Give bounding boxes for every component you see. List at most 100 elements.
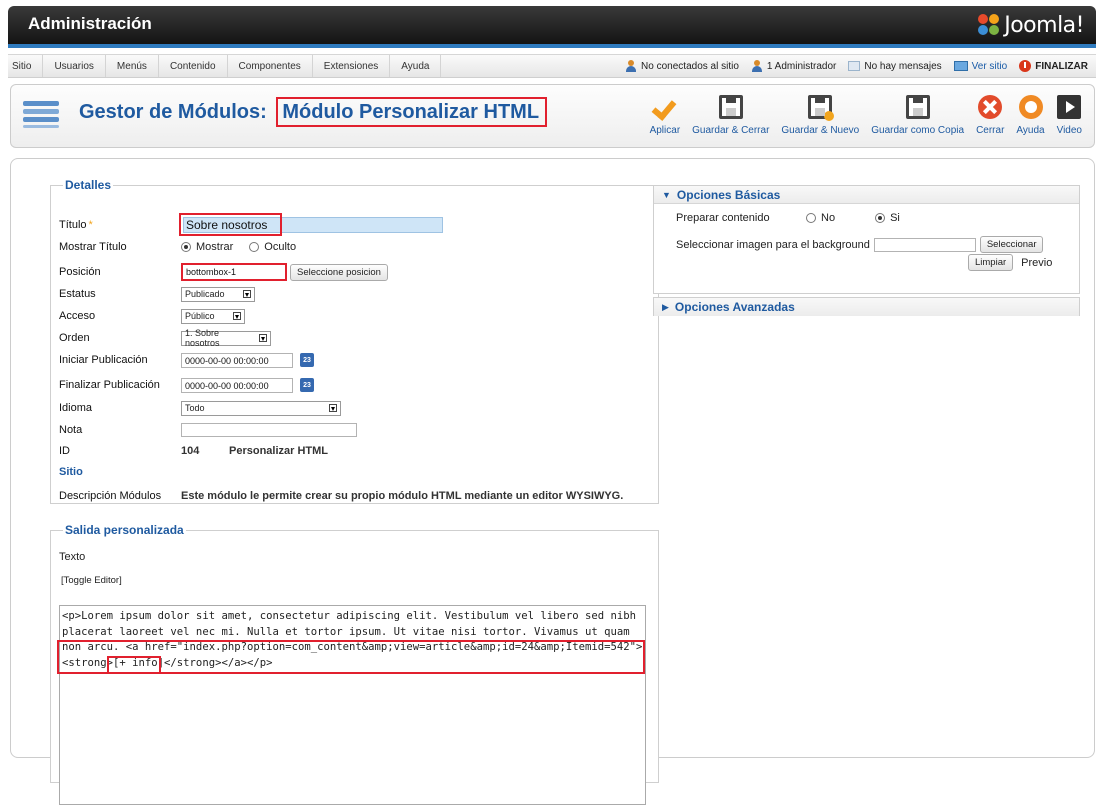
editor-line: <p>Lorem ipsum dolor sit amet, consectet… [62,610,637,622]
main-menu-bar: Sitio Usuarios Menús Contenido Component… [8,54,1096,78]
custom-output-legend: Salida personalizada [65,523,184,537]
title-row: Título * Sobre nosotros [59,212,443,236]
select-position-button[interactable]: Seleccione posicion [290,263,388,281]
title-input[interactable]: Sobre nosotros [186,218,267,232]
id-value: 104 [181,445,200,457]
close-label: Cerrar [976,125,1005,136]
admin-title: Administración [28,14,152,33]
note-label: Nota [59,424,83,436]
calendar-icon[interactable]: 23 [300,353,314,367]
joomla-logo[interactable]: Joomla! [978,12,1084,38]
help-button[interactable]: Ayuda [1010,91,1050,136]
preview-label: Previo [1021,256,1053,269]
status-messages[interactable]: No hay mensajes [848,60,942,72]
end-row: Finalizar Publicación 0000-00-00 00:00:0… [59,376,314,394]
page-title-main: Gestor de Módulos: [79,101,267,123]
help-icon [1018,95,1043,119]
select-image-button[interactable]: Seleccionar [979,236,1044,253]
toggle-editor-link[interactable]: [Toggle Editor] [61,575,122,586]
save-new-button[interactable]: Guardar & Nuevo [775,91,865,136]
background-input[interactable] [873,237,976,252]
menu-ayuda[interactable]: Ayuda [390,55,442,77]
status-select[interactable]: Publicado [181,286,255,302]
prepare-content-row: Preparar contenido No Si [676,212,916,224]
basic-options-header[interactable]: ▼ Opciones Básicas [654,186,1079,204]
details-legend: Detalles [65,178,112,192]
clear-image-button[interactable]: Limpiar [968,254,1014,271]
menu-sitio[interactable]: Sitio [8,55,44,77]
save-copy-icon [905,95,930,119]
not-connected-text: No conectados al sitio [641,60,739,72]
site-row: Sitio [59,463,181,481]
order-select[interactable]: 1. Sobre nosotros [181,328,271,348]
menu-extensiones[interactable]: Extensiones [313,55,391,77]
note-input[interactable] [181,423,357,437]
prepare-no-radio[interactable]: No [806,212,835,224]
header-accent-line [8,44,1096,48]
position-input[interactable]: bottombox-1 [181,263,287,281]
clear-preview-row: Limpiar Previo [968,254,1052,271]
users-icon [625,60,637,72]
custom-output-panel: Salida personalizada Texto [Toggle Edito… [50,523,659,805]
video-label: Video [1056,125,1082,136]
power-icon [1019,60,1032,72]
prepare-yes-radio[interactable]: Si [875,212,900,224]
menu-usuarios[interactable]: Usuarios [43,55,106,77]
advanced-options-header[interactable]: ▶ Opciones Avanzadas [654,298,1079,316]
user-icon [751,60,763,72]
view-site-link[interactable]: Ver sitio [953,61,1007,72]
save-close-button[interactable]: Guardar & Cerrar [686,91,775,136]
end-label: Finalizar Publicación [59,379,160,391]
show-title-show-radio[interactable]: Mostrar [181,241,233,253]
start-row: Iniciar Publicación 0000-00-00 00:00:00 … [59,351,314,369]
editor-line: non arcu. <a href="index.php?option=com_… [62,641,643,653]
menu-componentes[interactable]: Componentes [228,55,313,77]
close-button[interactable]: Cerrar [970,91,1010,136]
page-toolbar: Gestor de Módulos: Módulo Personalizar H… [10,84,1095,148]
note-row: Nota [59,421,357,439]
apply-button[interactable]: Aplicar [644,91,687,136]
background-image-row: Seleccionar imagen para el background Se… [676,236,1044,253]
prepare-content-label: Preparar contenido [676,212,770,224]
logout-link[interactable]: FINALIZAR [1019,60,1088,72]
page-title: Gestor de Módulos: Módulo Personalizar H… [79,97,548,127]
html-editor-textarea[interactable]: <p>Lorem ipsum dolor sit amet, consectet… [59,605,646,805]
toolbar-buttons: Aplicar Guardar & Cerrar Guardar & Nuevo… [644,91,1088,136]
description-row: Descripción Módulos Este módulo le permi… [59,487,623,505]
page-title-sub: Módulo Personalizar HTML [276,97,548,127]
admin-header: Administración Joomla! [8,6,1096,44]
save-copy-button[interactable]: Guardar como Copia [865,91,970,136]
close-icon [978,95,1003,119]
messages-text: No hay mensajes [864,60,942,72]
site-label: Sitio [59,466,83,478]
background-label: Seleccionar imagen para el background [676,238,870,251]
language-label: Idioma [59,402,93,414]
video-button[interactable]: Video [1051,91,1088,136]
description-label: Descripción Módulos [59,490,162,502]
position-row: Posición bottombox-1 Seleccione posicion [59,263,388,281]
text-label: Texto [59,551,86,563]
menu-menus[interactable]: Menús [106,55,159,77]
editor-line: <strong>[+ info]</strong></a></p> [62,656,273,669]
end-date-input[interactable]: 0000-00-00 00:00:00 [181,377,293,393]
start-label: Iniciar Publicación [59,354,148,366]
apply-label: Aplicar [649,125,681,136]
menu-contenido[interactable]: Contenido [159,55,228,77]
status-admins: 1 Administrador [751,60,836,72]
start-date-input[interactable]: 0000-00-00 00:00:00 [181,352,293,368]
triangle-right-icon: ▶ [662,301,669,312]
language-row: Idioma Todo [59,399,341,417]
triangle-down-icon: ▼ [662,189,671,200]
order-label: Orden [59,332,90,344]
basic-options-panel: ▼ Opciones Básicas Preparar contenido No … [653,185,1080,294]
order-row: Orden 1. Sobre nosotros [59,328,271,348]
access-label: Acceso [59,310,96,322]
show-title-hide-radio[interactable]: Oculto [249,241,296,253]
chevron-down-icon [329,404,337,412]
chevron-down-icon [259,334,267,342]
logout-text: FINALIZAR [1035,60,1088,72]
language-select[interactable]: Todo [181,400,341,416]
module-manager-icon [23,99,59,129]
access-select[interactable]: Público [181,308,245,324]
calendar-icon[interactable]: 23 [300,378,314,392]
